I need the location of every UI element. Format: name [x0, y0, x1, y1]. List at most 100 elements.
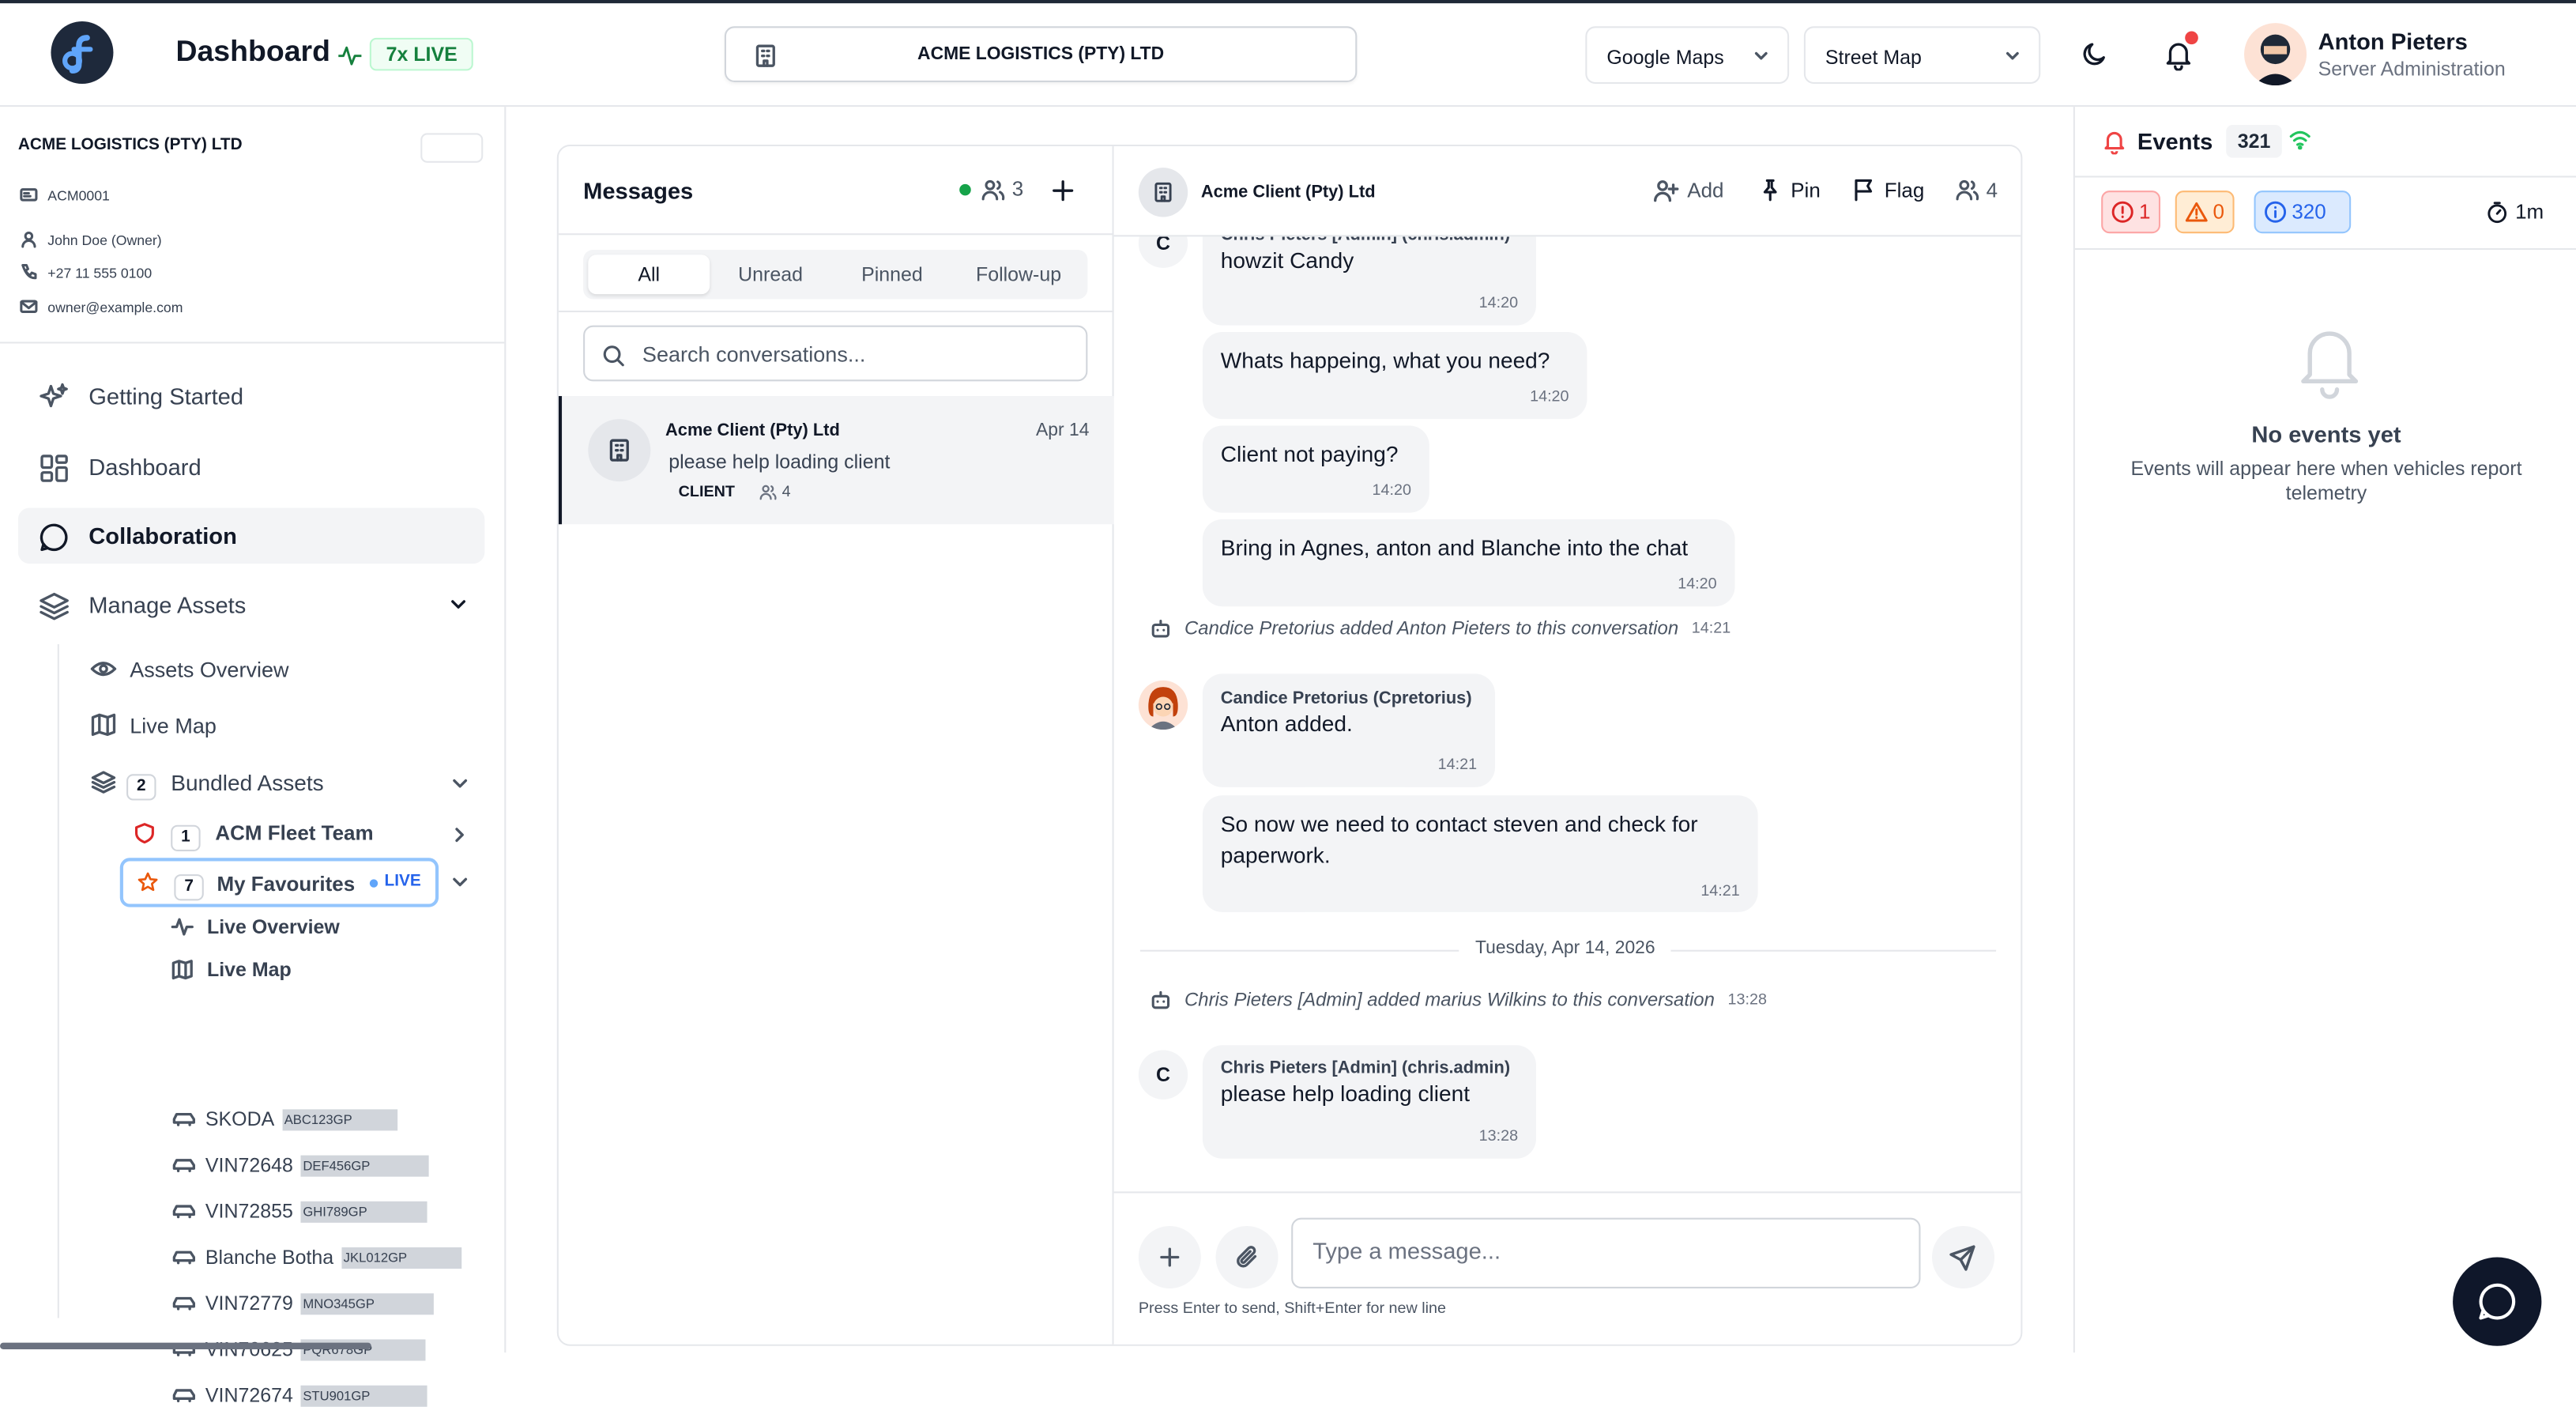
search-icon: [601, 344, 626, 368]
vehicle-item[interactable]: SKODA ABC123GP: [171, 1107, 398, 1130]
company-selector[interactable]: ACME LOGISTICS (PTY) LTD: [724, 26, 1358, 82]
sidebar: ACME LOGISTICS (PTY) LTD ACM0001 John Do…: [0, 107, 507, 1407]
nav-assets-overview[interactable]: Assets Overview: [130, 658, 288, 682]
account-code-row: ACM0001: [20, 186, 110, 204]
tab-all[interactable]: All: [588, 255, 710, 295]
add-label: Add: [1687, 179, 1724, 202]
company-action[interactable]: [420, 133, 484, 163]
conversation-member-count: 4: [781, 483, 791, 502]
add-member-button[interactable]: Add: [1653, 178, 1724, 204]
members-button[interactable]: 4: [1955, 178, 1998, 202]
conversation-search-input[interactable]: Search conversations...: [583, 325, 1088, 382]
phone-icon: [20, 263, 38, 281]
nav-label: Manage Assets: [89, 591, 247, 618]
message-bubble: Whats happeing, what you need? 14:20: [1202, 331, 1587, 420]
conversation-tag: CLIENT: [678, 483, 736, 502]
map-provider-select[interactable]: Google Maps: [1585, 26, 1790, 85]
nav-bundled-assets[interactable]: Bundled Assets: [171, 771, 324, 795]
vehicle-item[interactable]: VIN72779 MNO345GP: [171, 1292, 435, 1315]
sender-avatar: C: [1138, 236, 1188, 268]
sparkles-icon: [38, 381, 71, 414]
user-avatar[interactable]: [2244, 23, 2307, 86]
conversation-item[interactable]: Acme Client (Pty) Ltd Apr 14 please help…: [558, 396, 1114, 525]
sidebar-company-name: ACME LOGISTICS (PTY) LTD: [17, 136, 243, 155]
vehicle-item[interactable]: Blanche Botha JKL012GP: [171, 1246, 462, 1269]
live-count-badge: 7x LIVE: [369, 37, 474, 71]
message-sender: Chris Pieters [Admin] (chris.admin): [1220, 1058, 1511, 1078]
chevron-down-icon[interactable]: [449, 772, 472, 795]
system-message: Candice Pretorius added Anton Pieters to…: [1150, 618, 1731, 639]
message-text: Anton added.: [1220, 711, 1353, 737]
vehicle-item[interactable]: VIN72648 DEF456GP: [171, 1154, 430, 1177]
pin-button[interactable]: Pin: [1758, 178, 1821, 202]
nav-live-map[interactable]: Live Map: [130, 713, 217, 737]
tab-follow-up[interactable]: Follow-up: [953, 255, 1084, 294]
events-count: 321: [2226, 125, 2282, 158]
nav-manage-assets[interactable]: Manage Assets: [18, 577, 484, 633]
info-events-filter[interactable]: 320: [2254, 190, 2352, 234]
tab-unread[interactable]: Unread: [710, 255, 831, 294]
fav-live-map[interactable]: Live Map: [207, 958, 292, 981]
company-name: ACME LOGISTICS (PTY) LTD: [917, 44, 1165, 65]
message-input[interactable]: Type a message...: [1291, 1217, 1921, 1289]
warning-events-filter[interactable]: 0: [2175, 190, 2235, 234]
system-message-time: 13:28: [1727, 990, 1767, 1009]
alert-circle-icon: [2111, 201, 2134, 224]
attach-button[interactable]: [1215, 1226, 1279, 1289]
conversation-date: Apr 14: [1036, 421, 1090, 441]
map-style-select[interactable]: Street Map: [1803, 26, 2041, 85]
plus-button[interactable]: [1138, 1226, 1201, 1289]
pin-icon: [1758, 178, 1783, 202]
app-logo[interactable]: [51, 21, 114, 85]
activity-icon: [337, 43, 363, 69]
map-provider-value: Google Maps: [1606, 46, 1724, 70]
conversation-preview: please help loading client: [668, 450, 891, 473]
vehicle-name: VIN72674: [205, 1383, 293, 1407]
send-button[interactable]: [1932, 1226, 1995, 1289]
message-input-placeholder: Type a message...: [1312, 1237, 1501, 1264]
fav-live-overview[interactable]: Live Overview: [207, 915, 340, 938]
paperclip-icon: [1233, 1244, 1260, 1270]
chevron-down-icon[interactable]: [449, 871, 472, 894]
owner-name: John Doe (Owner): [47, 231, 162, 247]
message-time: 14:21: [1437, 756, 1478, 775]
message-time: 13:28: [1478, 1127, 1519, 1146]
notification-dot: [2185, 31, 2198, 45]
composer-hint: Press Enter to send, Shift+Enter for new…: [1138, 1299, 1447, 1318]
live-dot: [369, 879, 378, 888]
vehicle-item[interactable]: VIN72855 GHI789GP: [171, 1200, 428, 1223]
notifications-bell-icon[interactable]: [2162, 31, 2198, 71]
tab-pinned[interactable]: Pinned: [831, 255, 953, 294]
critical-count: 1: [2138, 200, 2151, 224]
car-icon: [171, 1386, 197, 1405]
message-bubble: Bring in Agnes, anton and Blanche into t…: [1202, 519, 1735, 607]
car-icon: [171, 1247, 197, 1267]
timer-icon: [2486, 201, 2509, 224]
chevron-right-icon[interactable]: [449, 824, 472, 847]
message-text: So now we need to contact steven and che…: [1220, 812, 1698, 868]
date-divider: Tuesday, Apr 14, 2026: [1459, 938, 1672, 959]
top-bar: Dashboard 7x LIVE ACME LOGISTICS (PTY) L…: [0, 3, 2576, 108]
vehicle-item[interactable]: VIN72674 STU901GP: [171, 1383, 428, 1407]
chat-avatar: [1138, 168, 1188, 217]
message-text: Bring in Agnes, anton and Blanche into t…: [1220, 535, 1689, 560]
email-row: owner@example.com: [20, 297, 183, 315]
moon-icon[interactable]: [2080, 40, 2109, 69]
user-role: Server Administration: [2318, 57, 2506, 81]
nav-getting-started[interactable]: Getting Started: [18, 368, 484, 424]
critical-events-filter[interactable]: 1: [2101, 190, 2160, 234]
vehicle-plate: DEF456GP: [301, 1154, 430, 1176]
favourites-count: 7: [174, 869, 204, 901]
chat-launcher-button[interactable]: [2453, 1257, 2542, 1346]
nav-collaboration[interactable]: Collaboration: [17, 507, 485, 564]
message-bubble: Client not paying? 14:20: [1202, 425, 1429, 513]
new-conversation-plus-icon[interactable]: [1050, 178, 1076, 204]
nav-dashboard[interactable]: Dashboard: [18, 439, 484, 495]
nav-my-favourites[interactable]: 7 My Favourites LIVE: [119, 858, 439, 907]
flag-button[interactable]: Flag: [1851, 178, 1924, 202]
users-icon: [981, 178, 1005, 202]
refresh-interval[interactable]: 1m: [2486, 201, 2544, 224]
chat-header: Acme Client (Pty) Ltd Add Pin Flag 4: [1113, 146, 2021, 237]
messages-title: Messages: [583, 177, 694, 204]
nav-fleet-team[interactable]: ACM Fleet Team: [215, 822, 373, 845]
